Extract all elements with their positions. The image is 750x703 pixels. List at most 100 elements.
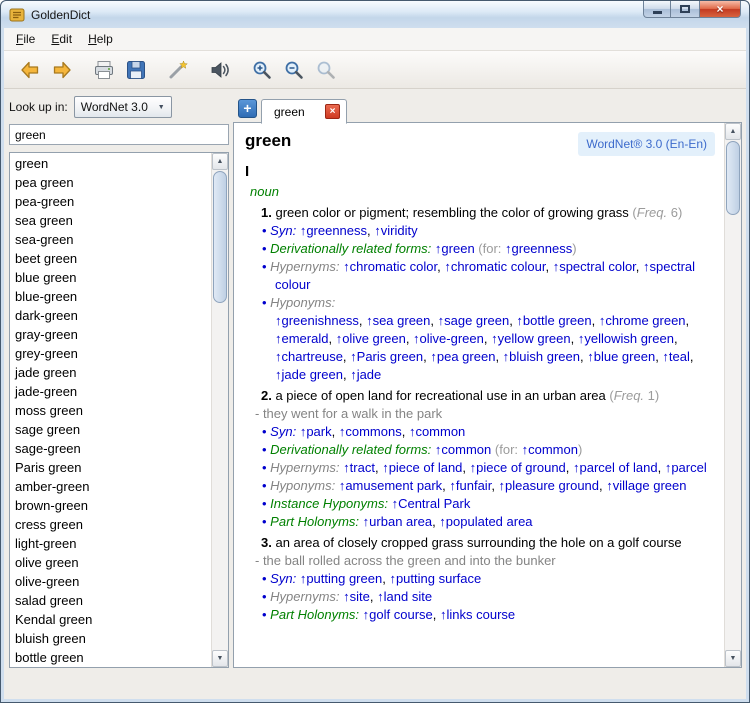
- word-list-item[interactable]: gray-green: [11, 325, 210, 344]
- article-link[interactable]: ↑parcel: [665, 460, 707, 475]
- save-button[interactable]: [120, 55, 152, 85]
- article-link[interactable]: ↑jade: [350, 367, 381, 382]
- word-list-item[interactable]: sage-green: [11, 439, 210, 458]
- dictionary-group-select[interactable]: WordNet 3.0 ▼: [74, 96, 172, 118]
- word-list-item[interactable]: jade green: [11, 363, 210, 382]
- word-list-item[interactable]: pea-green: [11, 192, 210, 211]
- add-tab-button[interactable]: +: [238, 99, 257, 118]
- word-list-item[interactable]: green: [11, 154, 210, 173]
- menu-file[interactable]: File: [8, 29, 43, 49]
- article-link[interactable]: ↑chartreuse: [275, 349, 343, 364]
- word-list-item[interactable]: Kendal green: [11, 610, 210, 629]
- word-list-item[interactable]: jade-green: [11, 382, 210, 401]
- article-scrollbar[interactable]: ▲ ▼: [724, 123, 741, 667]
- article-link[interactable]: ↑yellow green: [491, 331, 571, 346]
- article-link[interactable]: ↑green: [435, 241, 475, 256]
- article-link[interactable]: ↑emerald: [275, 331, 328, 346]
- scroll-down-button[interactable]: ▼: [212, 650, 228, 667]
- maximize-button[interactable]: [671, 1, 699, 18]
- article-link[interactable]: ↑chromatic colour: [444, 259, 545, 274]
- word-list-item[interactable]: brown-green: [11, 496, 210, 515]
- article-link[interactable]: ↑jade green: [275, 367, 343, 382]
- article-link[interactable]: ↑piece of land: [382, 460, 462, 475]
- article-link[interactable]: ↑olive green: [336, 331, 406, 346]
- minimize-button[interactable]: [643, 1, 671, 18]
- article-link[interactable]: ↑greenness: [300, 223, 367, 238]
- article-link[interactable]: ↑viridity: [374, 223, 417, 238]
- article-link[interactable]: ↑land site: [377, 589, 432, 604]
- article-link[interactable]: ↑chromatic color: [343, 259, 437, 274]
- word-list-item[interactable]: pea green: [11, 173, 210, 192]
- word-list-item[interactable]: moss green: [11, 401, 210, 420]
- article-link[interactable]: ↑pleasure ground: [499, 478, 599, 493]
- word-list-item[interactable]: sea-green: [11, 230, 210, 249]
- zoom-in-button[interactable]: [246, 55, 278, 85]
- article-link[interactable]: ↑Paris green: [350, 349, 423, 364]
- word-list-item[interactable]: cress green: [11, 515, 210, 534]
- word-list-scrollbar[interactable]: ▲ ▼: [211, 153, 228, 667]
- article-link[interactable]: ↑sage green: [438, 313, 510, 328]
- scroll-up-button[interactable]: ▲: [212, 153, 228, 170]
- zoom-out-button[interactable]: [278, 55, 310, 85]
- article-link[interactable]: ↑sea green: [366, 313, 430, 328]
- search-input[interactable]: [9, 124, 229, 145]
- article-link[interactable]: ↑links course: [440, 607, 515, 622]
- article-link[interactable]: ↑greenness: [505, 241, 572, 256]
- article-link[interactable]: ↑blue green: [587, 349, 655, 364]
- article-link[interactable]: ↑common: [409, 424, 465, 439]
- word-list-item[interactable]: blue green: [11, 268, 210, 287]
- titlebar[interactable]: GoldenDict ×: [1, 1, 749, 28]
- scroll-up-button[interactable]: ▲: [725, 123, 741, 140]
- article-link[interactable]: ↑tract: [343, 460, 375, 475]
- word-list-item[interactable]: bottle green: [11, 648, 210, 666]
- article-link[interactable]: ↑greenishness: [275, 313, 359, 328]
- article-link[interactable]: ↑site: [343, 589, 370, 604]
- article-link[interactable]: ↑village green: [606, 478, 686, 493]
- article-link[interactable]: ↑olive-green: [413, 331, 484, 346]
- menu-edit[interactable]: Edit: [43, 29, 80, 49]
- article-link[interactable]: ↑urban area: [363, 514, 432, 529]
- article-link[interactable]: ↑chrome green: [599, 313, 686, 328]
- article-link[interactable]: ↑common: [435, 442, 491, 457]
- word-list-item[interactable]: light-green: [11, 534, 210, 553]
- scroll-down-button[interactable]: ▼: [725, 650, 741, 667]
- word-list-item[interactable]: amber-green: [11, 477, 210, 496]
- tab-green[interactable]: green ×: [261, 99, 347, 124]
- dictionary-badge[interactable]: WordNet® 3.0 (En-En): [578, 132, 715, 156]
- forward-button[interactable]: [46, 55, 78, 85]
- word-list-item[interactable]: sea green: [11, 211, 210, 230]
- article-link[interactable]: ↑golf course: [363, 607, 433, 622]
- word-list-item[interactable]: bluish green: [11, 629, 210, 648]
- article-link[interactable]: ↑teal: [662, 349, 689, 364]
- word-list-item[interactable]: Paris green: [11, 458, 210, 477]
- article-link[interactable]: ↑putting surface: [389, 571, 481, 586]
- scroll-thumb[interactable]: [213, 171, 227, 303]
- pronounce-button[interactable]: [204, 55, 236, 85]
- word-list-item[interactable]: olive green: [11, 553, 210, 572]
- tab-close-button[interactable]: ×: [325, 104, 340, 119]
- article-link[interactable]: ↑bottle green: [516, 313, 591, 328]
- article-link[interactable]: ↑amusement park: [339, 478, 442, 493]
- article-link[interactable]: ↑Central Park: [392, 496, 471, 511]
- article-link[interactable]: ↑parcel of land: [573, 460, 658, 475]
- word-list-item[interactable]: blue-green: [11, 287, 210, 306]
- article-link[interactable]: ↑funfair: [449, 478, 491, 493]
- print-button[interactable]: [88, 55, 120, 85]
- article-link[interactable]: ↑piece of ground: [470, 460, 566, 475]
- word-list-item[interactable]: grey-green: [11, 344, 210, 363]
- word-list-item[interactable]: olive-green: [11, 572, 210, 591]
- article-link[interactable]: ↑park: [300, 424, 332, 439]
- article-link[interactable]: ↑pea green: [430, 349, 495, 364]
- menu-help[interactable]: Help: [80, 29, 121, 49]
- word-list-item[interactable]: dark-green: [11, 306, 210, 325]
- zoom-reset-button[interactable]: [310, 55, 342, 85]
- scroll-thumb[interactable]: [726, 141, 740, 215]
- article-link[interactable]: ↑putting green: [300, 571, 382, 586]
- article-link[interactable]: ↑yellowish green: [578, 331, 674, 346]
- word-list-item[interactable]: beet green: [11, 249, 210, 268]
- article-link[interactable]: ↑bluish green: [503, 349, 580, 364]
- article-link[interactable]: ↑spectral color: [553, 259, 636, 274]
- word-list-item[interactable]: salad green: [11, 591, 210, 610]
- scan-popup-button[interactable]: [162, 55, 194, 85]
- article-link[interactable]: ↑commons: [339, 424, 402, 439]
